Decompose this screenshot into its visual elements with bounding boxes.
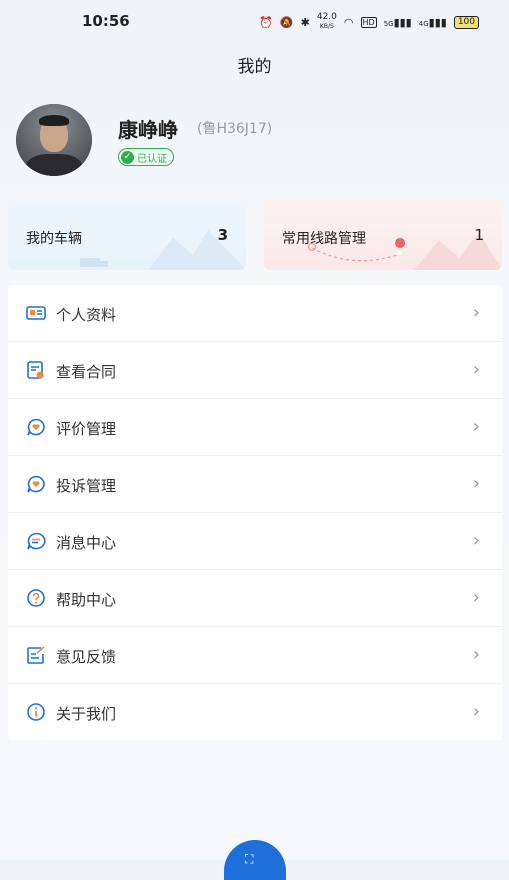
- menu-item-help[interactable]: 帮助中心 ›: [8, 570, 502, 627]
- menu-item-label: 关于我们: [56, 705, 117, 723]
- info-icon: [27, 703, 45, 721]
- status-bar: 10:56 ⏰ 🔕 ✱ 42.0 KB/S ◠ HD 5G▮▮▮ 4G▮▮▮ 1…: [0, 0, 509, 44]
- verified-badge: ✓ 已认证: [118, 148, 174, 166]
- help-icon: [27, 589, 45, 607]
- menu-item-label: 投诉管理: [56, 477, 117, 495]
- chevron-right-icon: ›: [472, 587, 480, 608]
- message-icon: [27, 532, 46, 550]
- summary-cards: 我的车辆 3 常用线路管理 1: [8, 200, 502, 270]
- avatar[interactable]: [16, 104, 92, 176]
- menu-item-rating[interactable]: 评价管理 ›: [8, 399, 502, 456]
- menu-item-about[interactable]: 关于我们 ›: [8, 684, 502, 740]
- page-title: 我的: [237, 57, 272, 77]
- menu-item-label: 个人资料: [56, 306, 117, 324]
- chevron-right-icon: ›: [472, 644, 480, 665]
- menu-item-label: 消息中心: [56, 534, 117, 552]
- menu-item-feedback[interactable]: 意见反馈 ›: [8, 627, 502, 684]
- menu-item-complaint[interactable]: 投诉管理 ›: [8, 456, 502, 513]
- rating-icon: [27, 418, 45, 436]
- contract-icon: [27, 361, 44, 379]
- routes-card[interactable]: 常用线路管理 1: [264, 200, 502, 270]
- signal-4g: 4G▮▮▮: [418, 15, 447, 29]
- scan-button[interactable]: ⛶: [224, 840, 286, 880]
- chevron-right-icon: ›: [472, 359, 480, 380]
- id-card-icon: [26, 306, 46, 320]
- chevron-right-icon: ›: [472, 473, 480, 494]
- menu-item-label: 查看合同: [56, 363, 117, 381]
- chevron-right-icon: ›: [472, 530, 480, 551]
- my-vehicles-label: 我的车辆: [26, 231, 82, 247]
- complaint-icon: [27, 475, 45, 493]
- menu-item-profile[interactable]: 个人资料 ›: [8, 285, 502, 342]
- net-speed: 42.0 KB/S: [316, 12, 337, 31]
- menu-item-messages[interactable]: 消息中心 ›: [8, 513, 502, 570]
- check-icon: ✓: [121, 150, 134, 164]
- my-vehicles-card[interactable]: 我的车辆 3: [8, 200, 246, 270]
- bluetooth-icon: ✱: [300, 15, 310, 29]
- profile-section[interactable]: 康峥峥 (鲁H36J17) ✓ 已认证: [16, 104, 496, 180]
- user-name: 康峥峥: [118, 118, 178, 142]
- chevron-right-icon: ›: [472, 701, 480, 722]
- alarm-icon: ⏰: [259, 15, 273, 29]
- feedback-icon: [27, 646, 45, 664]
- menu-item-label: 意见反馈: [56, 648, 117, 666]
- menu-item-label: 帮助中心: [56, 591, 117, 609]
- menu-item-label: 评价管理: [56, 420, 117, 438]
- hd-badge: HD: [360, 16, 377, 28]
- my-vehicles-count: 3: [217, 226, 228, 244]
- license-plate: (鲁H36J17): [197, 121, 273, 137]
- verified-label: 已认证: [137, 153, 167, 165]
- routes-label: 常用线路管理: [282, 231, 366, 247]
- status-icons: ⏰ 🔕 ✱ 42.0 KB/S ◠ HD 5G▮▮▮ 4G▮▮▮ 100: [259, 13, 479, 31]
- status-time: 10:56: [82, 12, 130, 30]
- battery-icon: 100: [453, 15, 479, 29]
- chevron-right-icon: ›: [472, 416, 480, 437]
- menu-list: 个人资料 › 查看合同 › 评价管理 › 投诉管理 › 消息中心 › 帮助中心 …: [8, 285, 502, 740]
- menu-item-contract[interactable]: 查看合同 ›: [8, 342, 502, 399]
- chevron-right-icon: ›: [472, 302, 480, 323]
- routes-count: 1: [474, 226, 484, 244]
- wifi-icon: ◠: [343, 15, 354, 29]
- signal-5g: 5G▮▮▮: [383, 15, 412, 29]
- mute-icon: 🔕: [279, 15, 294, 29]
